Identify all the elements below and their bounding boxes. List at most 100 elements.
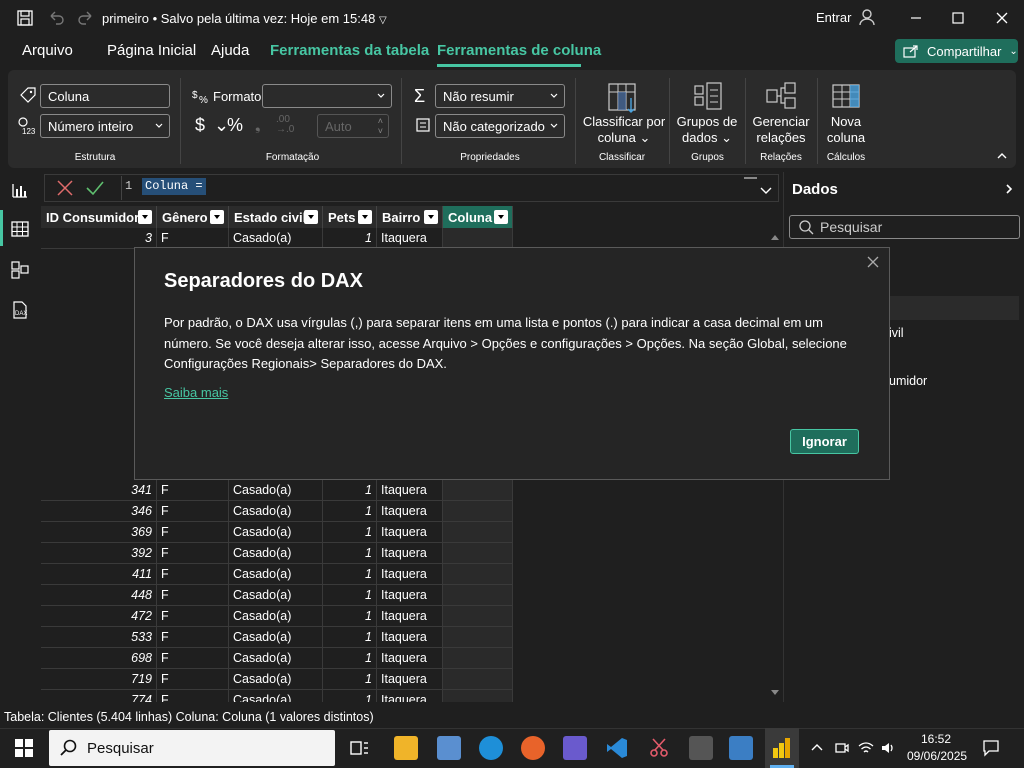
cell-id[interactable]: 719	[41, 669, 157, 690]
cell-bairro[interactable]: Itaquera	[377, 606, 443, 627]
manage-relationships-button[interactable]: Gerenciar relações	[748, 114, 814, 146]
table-row[interactable]: 341 F Casado(a) 1 Itaquera	[41, 480, 513, 501]
cell-id[interactable]: 346	[41, 501, 157, 522]
table-view-icon[interactable]	[10, 219, 30, 239]
expand-formula-icon[interactable]	[760, 185, 772, 195]
cell-bairro[interactable]: Itaquera	[377, 690, 443, 702]
cell-pets[interactable]: 1	[323, 543, 377, 564]
cell-id[interactable]: 774	[41, 690, 157, 702]
cell-pets[interactable]: 1	[323, 228, 377, 249]
cell-pets[interactable]: 1	[323, 690, 377, 702]
cell-coluna[interactable]	[443, 627, 513, 648]
cell-estado-civil[interactable]: Casado(a)	[229, 501, 323, 522]
cell-bairro[interactable]: Itaquera	[377, 669, 443, 690]
notification-icon[interactable]	[982, 739, 1000, 757]
close-icon[interactable]	[987, 6, 1017, 30]
signin-link[interactable]: Entrar	[816, 10, 851, 25]
cell-estado-civil[interactable]: Casado(a)	[229, 543, 323, 564]
table-row[interactable]: 346 F Casado(a) 1 Itaquera	[41, 501, 513, 522]
menu-ferramentas-tabela[interactable]: Ferramentas da tabela	[270, 42, 429, 59]
cell-bairro[interactable]: Itaquera	[377, 480, 443, 501]
cell-estado-civil[interactable]: Casado(a)	[229, 522, 323, 543]
cell-id[interactable]: 369	[41, 522, 157, 543]
cell-estado-civil[interactable]: Casado(a)	[229, 480, 323, 501]
cell-estado-civil[interactable]: Casado(a)	[229, 690, 323, 702]
task-view-icon[interactable]	[347, 736, 371, 760]
cell-bairro[interactable]: Itaquera	[377, 585, 443, 606]
windows-start-icon[interactable]	[15, 739, 33, 757]
maximize-icon[interactable]	[943, 6, 973, 30]
commit-formula-icon[interactable]	[85, 180, 105, 196]
menu-ajuda[interactable]: Ajuda	[211, 42, 249, 59]
cell-genero[interactable]: F	[157, 480, 229, 501]
cell-id[interactable]: 472	[41, 606, 157, 627]
header-coluna[interactable]: Coluna	[443, 206, 513, 228]
cell-bairro[interactable]: Itaquera	[377, 627, 443, 648]
data-search-input[interactable]: Pesquisar	[789, 215, 1020, 239]
new-column-button[interactable]: Nova coluna	[822, 114, 870, 146]
header-bairro[interactable]: Bairro	[377, 206, 443, 228]
clock-time[interactable]: 16:52	[921, 732, 951, 746]
cell-bairro[interactable]: Itaquera	[377, 228, 443, 249]
snipping-tool-icon[interactable]	[647, 736, 671, 760]
cell-estado-civil[interactable]: Casado(a)	[229, 606, 323, 627]
table-row[interactable]: 411 F Casado(a) 1 Itaquera	[41, 564, 513, 585]
header-genero[interactable]: Gênero	[157, 206, 229, 228]
formula-scroll-thumb[interactable]	[744, 177, 757, 179]
microsoft365-icon[interactable]	[563, 736, 587, 760]
cell-estado-civil[interactable]: Casado(a)	[229, 648, 323, 669]
cell-pets[interactable]: 1	[323, 669, 377, 690]
cell-bairro[interactable]: Itaquera	[377, 522, 443, 543]
vscode-icon[interactable]	[605, 736, 629, 760]
field-item-estado-civil[interactable]: ivil	[889, 326, 904, 340]
taskbar-search-input[interactable]: Pesquisar	[49, 730, 335, 766]
data-groups-button[interactable]: Grupos de dados ⌄	[672, 114, 742, 146]
cell-pets[interactable]: 1	[323, 522, 377, 543]
cell-pets[interactable]: 1	[323, 585, 377, 606]
learn-more-link[interactable]: Saiba mais	[164, 385, 228, 400]
table-row[interactable]: 369 F Casado(a) 1 Itaquera	[41, 522, 513, 543]
table-row[interactable]: 533 F Casado(a) 1 Itaquera	[41, 627, 513, 648]
cell-id[interactable]: 411	[41, 564, 157, 585]
filter-dropdown-icon[interactable]	[494, 210, 508, 224]
header-id-consumidor[interactable]: ID Consumidor	[41, 206, 157, 228]
cell-genero[interactable]: F	[157, 627, 229, 648]
percent-icon[interactable]: %	[227, 115, 243, 136]
currency-icon[interactable]: $ ⌄	[195, 115, 229, 136]
table-row[interactable]: 698 F Casado(a) 1 Itaquera	[41, 648, 513, 669]
firefox-icon[interactable]	[521, 736, 545, 760]
cell-id[interactable]: 698	[41, 648, 157, 669]
clock-date[interactable]: 09/06/2025	[907, 749, 967, 763]
cell-genero[interactable]: F	[157, 564, 229, 585]
collapse-pane-icon[interactable]	[1004, 183, 1014, 195]
table-row[interactable]: 472 F Casado(a) 1 Itaquera	[41, 606, 513, 627]
cell-coluna[interactable]	[443, 585, 513, 606]
filter-dropdown-icon[interactable]	[358, 210, 372, 224]
cell-genero[interactable]: F	[157, 669, 229, 690]
table-row[interactable]: 774 F Casado(a) 1 Itaquera	[41, 690, 513, 702]
cell-id[interactable]: 3	[41, 228, 157, 249]
cell-bairro[interactable]: Itaquera	[377, 501, 443, 522]
cell-pets[interactable]: 1	[323, 564, 377, 585]
undo-icon[interactable]	[47, 9, 65, 27]
cell-coluna[interactable]	[443, 228, 513, 249]
cell-estado-civil[interactable]: Casado(a)	[229, 627, 323, 648]
share-button[interactable]: Compartilhar ⌄	[895, 39, 1018, 63]
cell-genero[interactable]: F	[157, 606, 229, 627]
datatype-select[interactable]: Número inteiro	[40, 114, 170, 138]
file-explorer-icon[interactable]	[394, 736, 418, 760]
cell-genero[interactable]: F	[157, 648, 229, 669]
cell-coluna[interactable]	[443, 669, 513, 690]
meet-now-icon[interactable]	[834, 740, 850, 756]
wifi-icon[interactable]	[858, 740, 874, 756]
save-icon[interactable]	[16, 9, 34, 27]
header-estado-civil[interactable]: Estado civil	[229, 206, 323, 228]
cell-bairro[interactable]: Itaquera	[377, 648, 443, 669]
filter-dropdown-icon[interactable]	[210, 210, 224, 224]
filter-dropdown-icon[interactable]	[424, 210, 438, 224]
cell-coluna[interactable]	[443, 522, 513, 543]
menu-pagina-inicial[interactable]: Página Inicial	[107, 42, 196, 59]
report-view-icon[interactable]	[10, 180, 30, 200]
table-row[interactable]: 392 F Casado(a) 1 Itaquera	[41, 543, 513, 564]
cell-estado-civil[interactable]: Casado(a)	[229, 585, 323, 606]
